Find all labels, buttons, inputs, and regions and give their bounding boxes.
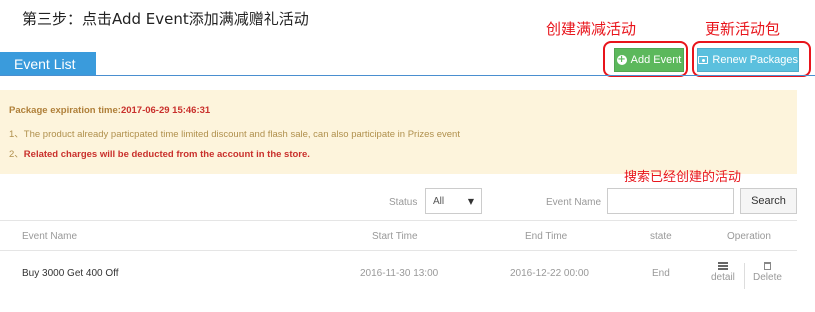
expiration-label: Package expiration time: xyxy=(9,105,121,116)
notice-panel: Package expiration time:2017-06-29 15:46… xyxy=(0,90,797,174)
tab-event-list-label: Event List xyxy=(14,56,76,72)
step-instruction: 第三步：点击Add Event添加满减赠礼活动 xyxy=(22,10,309,28)
list-icon xyxy=(717,262,728,270)
status-label: Status xyxy=(389,197,418,208)
add-event-button[interactable]: + Add Event xyxy=(614,48,684,72)
expiration-value: 2017-06-29 15:46:31 xyxy=(120,105,211,116)
notice-line-1: 1、The product already particpated time l… xyxy=(9,126,460,140)
operation-separator xyxy=(744,263,745,289)
add-event-label: Add Event xyxy=(630,54,682,66)
event-name-input[interactable] xyxy=(607,188,734,214)
delete-label: Delete xyxy=(753,272,782,283)
package-icon xyxy=(698,56,709,64)
notice-expiration: Package expiration time:2017-06-29 15:46… xyxy=(9,105,210,116)
notice-line-2: 2、Related charges will be deducted from … xyxy=(9,146,310,160)
caret-down-icon: ▼ xyxy=(467,196,474,206)
header-event-name: Event Name xyxy=(22,231,78,242)
annotation-search: 搜索已经创建的活动 xyxy=(624,170,742,185)
table-header-divider xyxy=(0,250,797,251)
row-event-name: Buy 3000 Get 400 Off xyxy=(22,268,119,279)
header-operation: Operation xyxy=(727,231,771,242)
search-button[interactable]: Search xyxy=(740,188,797,214)
notice-line-2-text: Related charges will be deducted from th… xyxy=(23,149,310,160)
renew-packages-button[interactable]: Renew Packages xyxy=(697,48,799,72)
notice-line-1-number: 1、 xyxy=(9,129,24,140)
delete-button[interactable]: Delete xyxy=(753,262,782,283)
annotation-create-event: 创建满减活动 xyxy=(546,20,637,38)
detail-label: detail xyxy=(711,272,735,283)
tab-event-list[interactable]: Event List xyxy=(0,52,96,76)
notice-line-2-number: 2、 xyxy=(9,149,24,160)
annotation-renew-packages: 更新活动包 xyxy=(705,20,781,38)
row-state: End xyxy=(652,268,670,279)
row-start-time: 2016-11-30 13:00 xyxy=(360,268,439,279)
header-end-time: End Time xyxy=(525,231,568,242)
header-state: state xyxy=(650,231,672,242)
plus-circle-icon: + xyxy=(616,54,627,65)
status-select[interactable]: All ▼ xyxy=(425,188,482,214)
detail-button[interactable]: detail xyxy=(711,262,735,283)
tab-underline xyxy=(0,75,815,76)
row-end-time: 2016-12-22 00:00 xyxy=(510,268,589,279)
header-start-time: Start Time xyxy=(372,231,418,242)
trash-icon xyxy=(763,262,771,270)
renew-packages-label: Renew Packages xyxy=(712,54,798,66)
notice-line-1-text: The product already particpated time lim… xyxy=(23,129,460,140)
status-select-value: All xyxy=(433,195,445,207)
table-top-divider xyxy=(0,220,797,221)
event-name-label: Event Name xyxy=(546,197,602,208)
